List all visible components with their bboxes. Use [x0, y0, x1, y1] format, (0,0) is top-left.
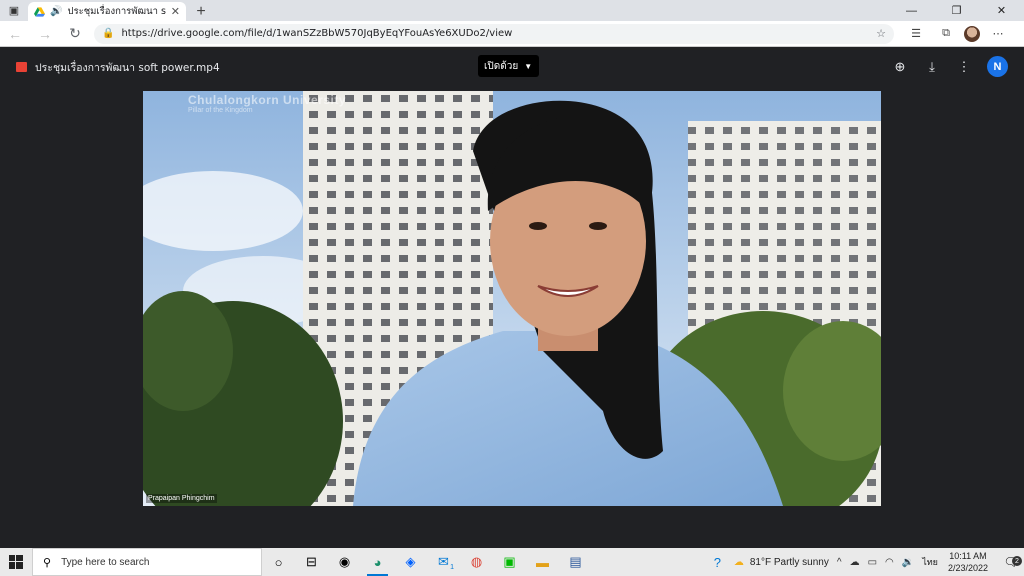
- help-icon[interactable]: ?: [701, 548, 734, 576]
- notification-center-icon[interactable]: 🗨 2: [998, 555, 1024, 569]
- task-view-icon[interactable]: ⊟: [295, 548, 328, 576]
- notification-count: 2: [1012, 556, 1022, 566]
- profile-avatar[interactable]: [964, 25, 980, 42]
- tab-title: ประชุมเรื่องการพัฒนา soft powe: [67, 6, 166, 17]
- mail-badge: 1: [450, 564, 454, 571]
- clock-time: 10:11 AM: [949, 551, 987, 561]
- collections-icon[interactable]: ⧉: [934, 27, 958, 40]
- video-file-icon: [16, 62, 27, 72]
- browser-toolbar: ← → ↻ 🔒 https://drive.google.com/file/d/…: [0, 21, 1024, 47]
- mail-icon[interactable]: ✉ 1: [427, 548, 460, 576]
- video-frame: [143, 91, 881, 506]
- app-icon[interactable]: ◉: [328, 548, 361, 576]
- word-icon[interactable]: ▤: [559, 548, 592, 576]
- reload-button[interactable]: ↻: [60, 25, 90, 42]
- forward-button[interactable]: →: [30, 26, 60, 42]
- watermark-subtitle: Pillar of the Kingdom: [188, 107, 253, 114]
- new-tab-button[interactable]: +: [190, 2, 212, 21]
- speaker-name-label: Prapaipan Phingchim: [146, 494, 217, 503]
- windows-logo-icon: [9, 555, 23, 569]
- address-bar[interactable]: 🔒 https://drive.google.com/file/d/1wanSZ…: [94, 23, 894, 44]
- viewer-header: ประชุมเรื่องการพัฒนา soft power.mp4 เปิด…: [0, 47, 1024, 87]
- favorite-star-icon[interactable]: ☆: [876, 27, 886, 40]
- wifi-icon[interactable]: ◠: [885, 557, 894, 568]
- browser-tab[interactable]: 🔊 ประชุมเรื่องการพัฒนา soft powe ✕: [28, 2, 186, 21]
- lock-icon[interactable]: 🔒: [102, 28, 114, 39]
- volume-icon[interactable]: 🔉: [902, 557, 914, 568]
- window-controls: — ❐ ✕: [889, 0, 1024, 21]
- file-title: ประชุมเรื่องการพัฒนา soft power.mp4: [35, 61, 220, 74]
- google-drive-icon: [34, 6, 45, 17]
- taskbar-search[interactable]: ⚲ Type here to search: [32, 548, 262, 576]
- language-indicator[interactable]: ไทย: [922, 555, 938, 569]
- back-button[interactable]: ←: [0, 26, 30, 42]
- video-player[interactable]: Chulalongkorn University Pillar of the K…: [143, 91, 881, 506]
- tray-icons: ^ ☁ ▭ ◠ 🔉: [837, 557, 914, 568]
- favorites-icon[interactable]: ☰: [904, 27, 928, 40]
- cortana-icon[interactable]: ○: [262, 548, 295, 576]
- line-icon[interactable]: ▣: [493, 548, 526, 576]
- show-hidden-icons-icon[interactable]: ^: [837, 557, 842, 568]
- more-actions-icon[interactable]: ⋮: [955, 58, 973, 76]
- chrome-icon[interactable]: ◍: [460, 548, 493, 576]
- watermark-title: Chulalongkorn University: [188, 93, 347, 107]
- start-button[interactable]: [0, 555, 32, 569]
- file-explorer-icon[interactable]: ▬: [526, 548, 559, 576]
- audio-playing-icon[interactable]: 🔊: [50, 6, 62, 17]
- close-tab-icon[interactable]: ✕: [171, 5, 180, 18]
- search-icon: ⚲: [43, 556, 52, 569]
- weather-text: 81°F Partly sunny: [749, 556, 829, 568]
- url-text[interactable]: https://drive.google.com/file/d/1wanSZzB…: [121, 28, 869, 39]
- dropdown-caret-icon: ▼: [524, 61, 533, 71]
- close-window-button[interactable]: ✕: [979, 0, 1024, 21]
- more-options-icon[interactable]: ⋯: [986, 27, 1010, 40]
- header-actions: ⊕ ⤓ ⋮ N: [891, 56, 1008, 77]
- tab-strip: ▣ 🔊 ประชุมเรื่องการพัฒนา soft powe ✕ + —…: [0, 0, 1024, 21]
- watermark: Chulalongkorn University Pillar of the K…: [188, 93, 346, 114]
- search-placeholder: Type here to search: [61, 556, 150, 568]
- open-with-button[interactable]: เปิดด้วย ▼: [478, 55, 539, 77]
- clock-date: 2/23/2022: [947, 563, 988, 573]
- tab-actions-icon[interactable]: ▣: [0, 0, 28, 21]
- add-to-drive-icon[interactable]: ⊕: [891, 58, 909, 76]
- onedrive-icon[interactable]: ☁: [850, 557, 860, 568]
- minimize-button[interactable]: —: [889, 0, 934, 21]
- open-with-label: เปิดด้วย: [484, 60, 519, 72]
- clock[interactable]: 10:11 AM 2/23/2022: [948, 550, 988, 574]
- partly-sunny-icon: ☁: [733, 556, 744, 568]
- restore-button[interactable]: ❐: [934, 0, 979, 21]
- battery-icon[interactable]: ▭: [868, 557, 877, 568]
- system-tray: ? ☁ 81°F Partly sunny ^ ☁ ▭ ◠ 🔉 ไทย 10:1…: [701, 548, 1024, 576]
- account-avatar[interactable]: N: [987, 56, 1008, 77]
- edge-browser-icon[interactable]: ◕: [361, 548, 394, 576]
- download-icon[interactable]: ⤓: [923, 58, 941, 76]
- windows-taskbar: ⚲ Type here to search ○ ⊟ ◉ ◕ ◈ ✉ 1 ◍ ▣ ▬…: [0, 548, 1024, 576]
- dropbox-icon[interactable]: ◈: [394, 548, 427, 576]
- weather-widget[interactable]: ☁ 81°F Partly sunny: [734, 557, 829, 568]
